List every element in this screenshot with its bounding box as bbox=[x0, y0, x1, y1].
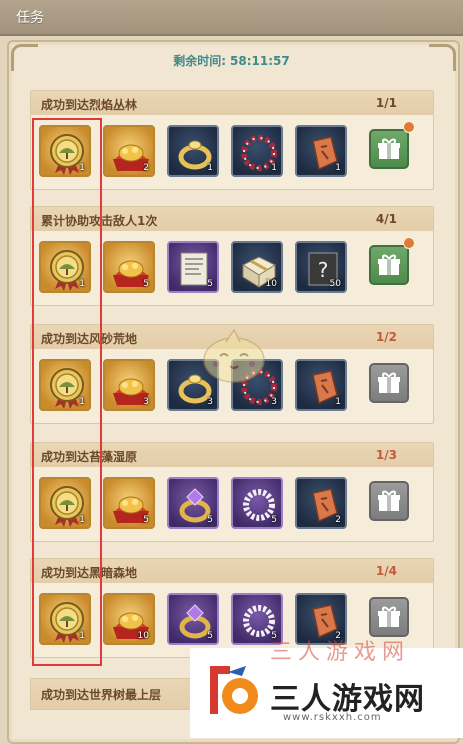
task-name: 成功到达苔藻湿原 bbox=[41, 450, 138, 464]
task-name: 累计协助攻击敌人1次 bbox=[41, 214, 158, 228]
remaining-time: 剩余时间: 58:11:57 bbox=[0, 52, 463, 69]
reward-item[interactable]: 2 bbox=[103, 125, 155, 177]
reward-count: 2 bbox=[335, 515, 341, 525]
reward-count: 50 bbox=[329, 279, 341, 289]
reward-count: 1 bbox=[335, 397, 341, 407]
task-header: 成功到达烈焰丛林 1/1 bbox=[31, 91, 433, 115]
reward-item[interactable]: 1 bbox=[167, 125, 219, 177]
reward-item[interactable]: 5 bbox=[103, 241, 155, 293]
window-title: 任务 bbox=[16, 10, 44, 26]
task-row[interactable]: 成功到达苔藻湿原 1/3 1 5 5 5 2 bbox=[30, 442, 434, 542]
reward-item[interactable]: 1 bbox=[295, 359, 347, 411]
mascot-watermark-icon bbox=[196, 328, 272, 392]
reward-count: 1 bbox=[271, 163, 277, 173]
reward-item[interactable]: ? 50 bbox=[295, 241, 347, 293]
reward-count: 2 bbox=[143, 163, 149, 173]
claim-reward-button[interactable] bbox=[369, 129, 409, 169]
reward-item[interactable]: 1 bbox=[39, 125, 91, 177]
claim-reward-button[interactable] bbox=[369, 245, 409, 285]
notification-dot bbox=[403, 237, 415, 249]
task-header: 成功到达黑暗森地 1/4 bbox=[31, 559, 433, 583]
task-name: 成功到达世界树最上层 bbox=[41, 688, 162, 702]
reward-item[interactable]: 2 bbox=[295, 477, 347, 529]
watermark-url: www.rskxxh.com bbox=[283, 712, 382, 723]
reward-count: 5 bbox=[207, 515, 213, 525]
reward-item[interactable]: 5 bbox=[167, 477, 219, 529]
reward-item[interactable]: 1 bbox=[39, 593, 91, 645]
task-header: 累计协助攻击敌人1次 4/1 bbox=[31, 207, 433, 231]
reward-item[interactable]: 5 bbox=[231, 477, 283, 529]
task-row[interactable]: 成功到达烈焰丛林 1/1 1 2 1 1 1 bbox=[30, 90, 434, 190]
remaining-time-value: 58:11:57 bbox=[230, 54, 290, 68]
reward-item[interactable]: 5 bbox=[167, 241, 219, 293]
task-name: 成功到达风砂荒地 bbox=[41, 332, 138, 346]
reward-count: 1 bbox=[79, 631, 85, 641]
reward-count: 3 bbox=[143, 397, 149, 407]
task-progress: 4/1 bbox=[375, 212, 397, 226]
svg-text:?: ? bbox=[318, 258, 329, 282]
reward-item[interactable]: 1 bbox=[295, 125, 347, 177]
reward-item[interactable]: 10 bbox=[103, 593, 155, 645]
reward-count: 1 bbox=[79, 279, 85, 289]
task-header: 成功到达苔藻湿原 1/3 bbox=[31, 443, 433, 467]
task-progress: 1/2 bbox=[375, 330, 397, 344]
reward-count: 1 bbox=[79, 163, 85, 173]
reward-count: 3 bbox=[271, 397, 277, 407]
notification-dot bbox=[403, 121, 415, 133]
reward-count: 1 bbox=[335, 163, 341, 173]
reward-item[interactable]: 5 bbox=[167, 593, 219, 645]
reward-count: 5 bbox=[143, 515, 149, 525]
reward-item[interactable]: 1 bbox=[39, 241, 91, 293]
task-progress: 1/1 bbox=[375, 96, 397, 110]
locked-reward-button[interactable] bbox=[369, 481, 409, 521]
reward-item[interactable]: 3 bbox=[103, 359, 155, 411]
reward-count: 5 bbox=[271, 515, 277, 525]
reward-item[interactable]: 1 bbox=[231, 125, 283, 177]
reward-item[interactable]: 1 bbox=[39, 477, 91, 529]
task-row[interactable]: 累计协助攻击敌人1次 4/1 1 5 5 10? 50 bbox=[30, 206, 434, 306]
watermark-logo-icon bbox=[206, 662, 262, 722]
locked-reward-button[interactable] bbox=[369, 363, 409, 403]
task-name: 成功到达黑暗森地 bbox=[41, 566, 138, 580]
reward-count: 1 bbox=[207, 163, 213, 173]
reward-count: 3 bbox=[207, 397, 213, 407]
task-progress: 1/4 bbox=[375, 564, 397, 578]
locked-reward-button[interactable] bbox=[369, 597, 409, 637]
reward-count: 10 bbox=[265, 279, 277, 289]
reward-count: 5 bbox=[207, 279, 213, 289]
task-name: 成功到达烈焰丛林 bbox=[41, 98, 138, 112]
task-progress: 1/3 bbox=[375, 448, 397, 462]
reward-count: 10 bbox=[137, 631, 149, 641]
window-titlebar: 任务 bbox=[0, 0, 463, 36]
reward-count: 1 bbox=[79, 397, 85, 407]
watermark-ghost-text: 三人游戏网 bbox=[270, 640, 411, 665]
remaining-time-label: 剩余时间: bbox=[173, 54, 227, 68]
reward-count: 5 bbox=[207, 631, 213, 641]
reward-item[interactable]: 1 bbox=[39, 359, 91, 411]
reward-count: 1 bbox=[79, 515, 85, 525]
reward-item[interactable]: 10 bbox=[231, 241, 283, 293]
reward-item[interactable]: 5 bbox=[103, 477, 155, 529]
reward-count: 5 bbox=[143, 279, 149, 289]
